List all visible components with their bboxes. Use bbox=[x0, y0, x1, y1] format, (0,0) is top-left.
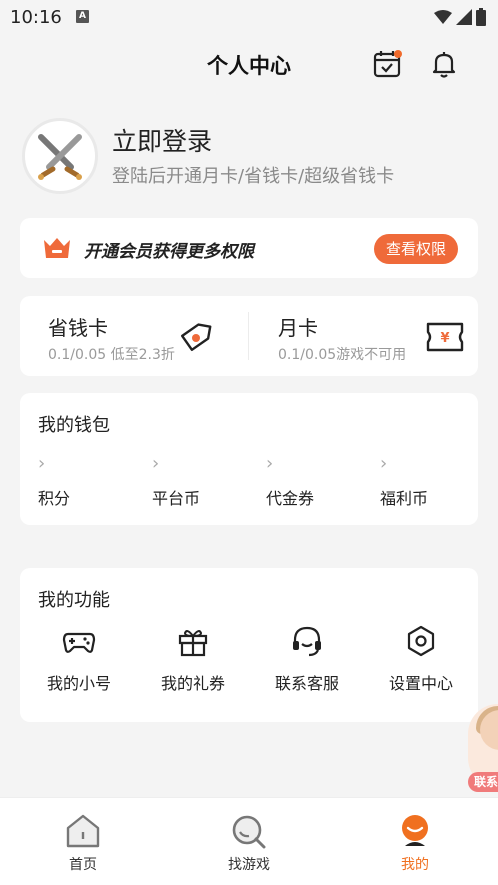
wallet-section: 我的钱包 › 积分 › 平台币 › 代金券 › 福利币 bbox=[20, 393, 478, 525]
status-icons bbox=[434, 8, 486, 26]
login-section[interactable]: 立即登录 登陆后开通月卡/省钱卡/超级省钱卡 bbox=[0, 110, 498, 210]
settings-hexagon-icon bbox=[407, 625, 435, 657]
wallet-label: 积分 bbox=[38, 489, 71, 508]
login-title[interactable]: 立即登录 bbox=[112, 122, 212, 158]
save-card-desc: 0.1/0.05 低至2.3折 bbox=[48, 347, 175, 363]
wallet-label: 平台币 bbox=[152, 489, 201, 508]
tab-mine[interactable]: 我的 bbox=[332, 798, 498, 885]
contact-label: 联系 bbox=[468, 772, 498, 792]
function-my-gifts[interactable]: 我的礼券 bbox=[138, 624, 248, 694]
status-time: 10:16 bbox=[10, 7, 62, 28]
functions-section: 我的功能 我的小号 我的礼券 联系客服 设置中心 bbox=[20, 568, 478, 722]
floating-contact-widget[interactable]: 联系 bbox=[464, 700, 498, 796]
wallet-item-voucher[interactable]: › 代金券 bbox=[266, 453, 376, 513]
calendar-check-icon[interactable] bbox=[372, 48, 404, 80]
view-privileges-button[interactable]: 查看权限 bbox=[373, 234, 458, 264]
membership-cards: 省钱卡 0.1/0.05 低至2.3折 月卡 0.1/0.05游戏不可用 ¥ bbox=[20, 296, 478, 376]
notification-dot bbox=[394, 50, 402, 58]
mascot-icon bbox=[402, 815, 428, 846]
battery-icon bbox=[476, 8, 486, 26]
tab-label: 首页 bbox=[69, 857, 97, 873]
chevron-right-icon: › bbox=[38, 453, 46, 474]
login-subtitle: 登陆后开通月卡/省钱卡/超级省钱卡 bbox=[112, 166, 395, 187]
save-card[interactable]: 省钱卡 0.1/0.05 低至2.3折 bbox=[20, 296, 248, 376]
wifi-icon bbox=[434, 10, 452, 24]
avatar[interactable] bbox=[22, 118, 98, 194]
function-label: 我的礼券 bbox=[160, 674, 225, 693]
wallet-label: 代金券 bbox=[266, 489, 315, 508]
notification-icon: A bbox=[76, 10, 89, 23]
chevron-right-icon: › bbox=[380, 453, 388, 474]
ticket-icon: ¥ bbox=[426, 322, 464, 352]
status-bar: 10:16 A bbox=[0, 0, 498, 36]
card-divider bbox=[248, 312, 249, 360]
gamepad-icon bbox=[62, 632, 96, 653]
tab-label: 找游戏 bbox=[228, 857, 270, 873]
tab-find-games[interactable]: 找游戏 bbox=[166, 798, 332, 885]
page-title: 个人中心 bbox=[207, 54, 291, 78]
vip-banner[interactable]: 开通会员获得更多权限 查看权限 bbox=[20, 218, 478, 278]
month-card-desc: 0.1/0.05游戏不可用 bbox=[278, 347, 407, 363]
gift-icon bbox=[178, 630, 208, 657]
bell-icon[interactable] bbox=[428, 48, 460, 80]
header: 个人中心 bbox=[0, 36, 498, 96]
chevron-right-icon: › bbox=[266, 453, 274, 474]
wallet-label: 福利币 bbox=[380, 489, 429, 508]
wallet-title: 我的钱包 bbox=[38, 415, 110, 436]
signal-icon bbox=[456, 9, 472, 25]
vip-text: 开通会员获得更多权限 bbox=[84, 242, 254, 262]
month-card-title: 月卡 bbox=[278, 316, 318, 340]
search-icon bbox=[232, 815, 266, 849]
svg-text:¥: ¥ bbox=[440, 331, 449, 346]
wallet-item-points[interactable]: › 积分 bbox=[38, 453, 148, 513]
function-settings[interactable]: 设置中心 bbox=[366, 624, 476, 694]
home-icon bbox=[66, 814, 100, 848]
headset-icon bbox=[293, 626, 321, 657]
tab-home[interactable]: 首页 bbox=[0, 798, 166, 885]
save-card-title: 省钱卡 bbox=[48, 316, 108, 340]
function-customer-service[interactable]: 联系客服 bbox=[252, 624, 362, 694]
wallet-item-welfare-coin[interactable]: › 福利币 bbox=[380, 453, 490, 513]
function-my-accounts[interactable]: 我的小号 bbox=[24, 624, 134, 694]
function-label: 我的小号 bbox=[46, 674, 111, 693]
functions-title: 我的功能 bbox=[38, 590, 110, 611]
crossed-swords-icon bbox=[38, 134, 82, 180]
function-label: 联系客服 bbox=[274, 674, 339, 693]
function-label: 设置中心 bbox=[388, 674, 453, 693]
tab-label: 我的 bbox=[401, 857, 429, 873]
tag-icon bbox=[180, 323, 212, 352]
crown-icon bbox=[44, 238, 70, 258]
chevron-right-icon: › bbox=[152, 453, 160, 474]
month-card[interactable]: 月卡 0.1/0.05游戏不可用 ¥ bbox=[250, 296, 478, 376]
bottom-tab-bar: 首页 找游戏 我的 bbox=[0, 797, 498, 885]
wallet-item-platform-coin[interactable]: › 平台币 bbox=[152, 453, 262, 513]
